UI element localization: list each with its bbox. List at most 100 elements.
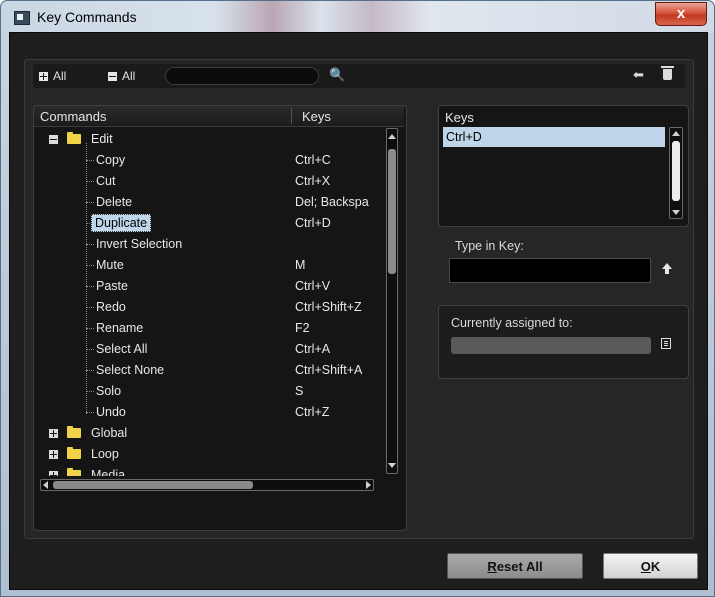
tree-line [86, 265, 94, 266]
search-input[interactable] [165, 67, 319, 85]
expand-all-label: All [53, 69, 67, 83]
command-row-selected[interactable]: Duplicate Ctrl+D [34, 213, 384, 233]
commands-column-header[interactable]: Commands [40, 109, 106, 124]
command-key: F2 [295, 321, 310, 335]
reset-label: eset All [496, 559, 543, 574]
command-row[interactable]: Mute M [34, 255, 384, 275]
command-label: Paste [96, 279, 128, 293]
folder-icon [67, 132, 81, 144]
scroll-down-icon[interactable] [672, 210, 680, 215]
command-row[interactable]: Select None Ctrl+Shift+A [34, 360, 384, 380]
tree-folder-media[interactable]: Media [34, 465, 384, 476]
expand-icon[interactable] [49, 471, 58, 476]
toolbar: All All 🔍 ⬅ [33, 64, 685, 88]
dialog-body: All All 🔍 ⬅ Commands Keys Edit Copy Ctrl… [9, 32, 708, 590]
keys-list: Ctrl+D [443, 127, 665, 219]
command-key: Del; Backspa [295, 195, 369, 209]
tree-line [86, 286, 94, 287]
command-label: Redo [96, 300, 126, 314]
tree-line [86, 328, 94, 329]
command-label: Rename [96, 321, 144, 335]
trash-icon[interactable] [661, 66, 674, 80]
command-label: Mute [96, 258, 124, 272]
binoculars-icon[interactable]: 🔍 [329, 67, 345, 83]
command-key: Ctrl+V [295, 279, 331, 293]
command-row[interactable]: Select All Ctrl+A [34, 339, 384, 359]
tree-line [86, 160, 94, 161]
minus-icon [108, 71, 117, 81]
type-in-key-input[interactable] [449, 258, 651, 283]
command-key: Ctrl+C [295, 153, 331, 167]
command-row[interactable]: Invert Selection [34, 234, 384, 254]
keys-column-header[interactable]: Keys [302, 109, 331, 124]
command-row[interactable]: Undo Ctrl+Z [34, 402, 384, 422]
collapse-all-label: All [122, 69, 136, 83]
tree-line [86, 412, 94, 413]
assigned-panel: Currently assigned to: [438, 305, 689, 379]
title-bar: Key Commands x [1, 1, 714, 33]
command-row[interactable]: Solo S [34, 381, 384, 401]
arrow-left-icon[interactable]: ⬅ [633, 67, 644, 83]
collapse-icon[interactable] [49, 135, 58, 144]
keys-panel-header: Keys [445, 110, 474, 125]
command-label: Select All [96, 342, 148, 356]
plus-icon [39, 71, 48, 81]
keys-panel: Keys Ctrl+D [438, 105, 689, 227]
command-key: Ctrl+Z [295, 405, 330, 419]
command-row[interactable]: Paste Ctrl+V [34, 276, 384, 296]
scroll-left-icon[interactable] [43, 481, 48, 489]
scroll-right-icon[interactable] [366, 481, 371, 489]
scroll-thumb[interactable] [53, 481, 253, 489]
tree-line [86, 244, 94, 245]
command-row[interactable]: Delete Del; Backspa [34, 192, 384, 212]
tree-folder-edit[interactable]: Edit [34, 129, 384, 149]
ok-label: K [650, 559, 661, 574]
assigned-key-item[interactable]: Ctrl+D [443, 127, 665, 147]
commands-panel: Commands Keys Edit Copy Ctrl+C Cut Ctrl+… [33, 105, 407, 531]
scroll-thumb[interactable] [388, 149, 396, 274]
command-key: S [295, 384, 304, 398]
command-row[interactable]: Rename F2 [34, 318, 384, 338]
close-button[interactable]: x [655, 2, 707, 26]
tree-folder-loop[interactable]: Loop [34, 444, 384, 464]
command-row[interactable]: Copy Ctrl+C [34, 150, 384, 170]
type-in-key-label: Type in Key: [455, 239, 524, 253]
folder-label: Global [91, 426, 128, 440]
command-key: Ctrl+D [295, 216, 331, 230]
scroll-down-icon[interactable] [388, 463, 396, 468]
keys-scrollbar[interactable] [669, 127, 683, 219]
expand-all-button[interactable]: All [39, 68, 66, 84]
folder-icon [67, 447, 81, 459]
folder-icon [67, 468, 81, 476]
list-icon[interactable] [661, 338, 671, 349]
tree-line [86, 370, 94, 371]
command-key: M [295, 258, 306, 272]
command-row[interactable]: Cut Ctrl+X [34, 171, 384, 191]
scroll-up-icon[interactable] [388, 134, 396, 139]
command-label: Invert Selection [96, 237, 183, 251]
command-label: Copy [96, 153, 126, 167]
folder-label: Loop [91, 447, 119, 461]
command-key: Ctrl+Shift+Z [295, 300, 362, 314]
scroll-up-icon[interactable] [672, 131, 680, 136]
command-label: Cut [96, 174, 116, 188]
reset-all-button[interactable]: Reset All [447, 553, 583, 579]
expand-icon[interactable] [49, 450, 58, 459]
command-row[interactable]: Redo Ctrl+Shift+Z [34, 297, 384, 317]
column-divider [291, 108, 292, 124]
assign-key-arrow-icon[interactable] [662, 263, 672, 274]
scroll-thumb[interactable] [672, 141, 680, 201]
inner-panel: All All 🔍 ⬅ Commands Keys Edit Copy Ctrl… [24, 59, 694, 539]
vertical-scrollbar[interactable] [386, 128, 398, 474]
command-key: Ctrl+X [295, 174, 331, 188]
collapse-all-button[interactable]: All [108, 68, 135, 84]
ok-mnemonic: O [640, 559, 651, 574]
tree-folder-global[interactable]: Global [34, 423, 384, 443]
expand-icon[interactable] [49, 429, 58, 438]
horizontal-scrollbar[interactable] [40, 479, 374, 491]
app-icon [14, 11, 30, 25]
tree-line [86, 391, 94, 392]
currently-assigned-label: Currently assigned to: [451, 316, 573, 330]
tree-line [86, 307, 94, 308]
ok-button[interactable]: OK [603, 553, 698, 579]
